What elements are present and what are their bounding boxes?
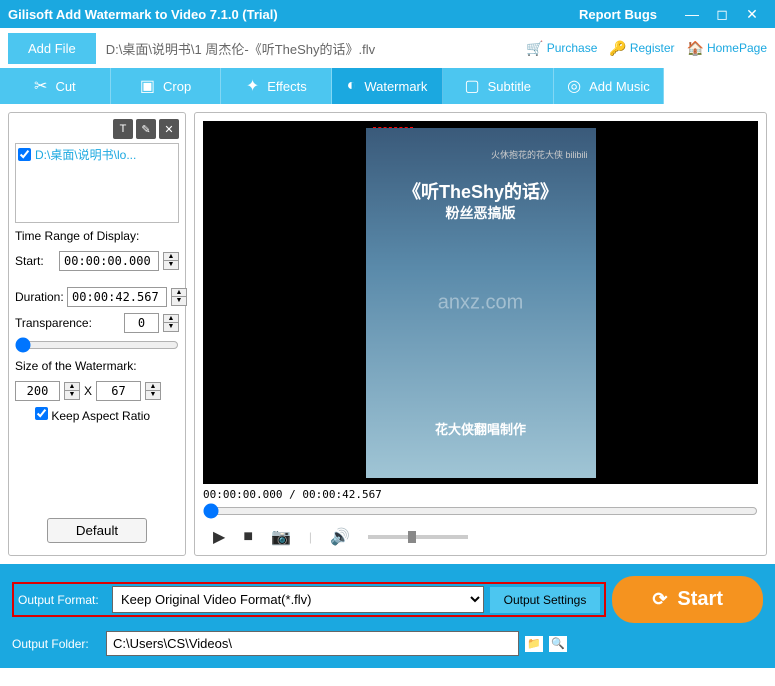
output-format-select[interactable]: Keep Original Video Format(*.flv) [112,586,484,613]
tab-watermark[interactable]: ◐Watermark [332,68,443,104]
add-text-watermark-button[interactable]: T [113,119,133,139]
scissors-icon: ✂ [34,76,47,96]
start-button[interactable]: ⟳Start [612,576,763,623]
open-folder-icon[interactable]: 🔍 [549,636,567,652]
keep-aspect-label[interactable]: Keep Aspect Ratio [35,407,179,423]
default-button[interactable]: Default [47,518,147,543]
output-format-highlight: Output Format: Keep Original Video Forma… [12,582,606,617]
keep-aspect-checkbox[interactable] [35,407,48,420]
duration-input[interactable] [67,287,167,307]
snapshot-button[interactable]: 📷 [271,527,291,547]
height-spinner[interactable]: ▲▼ [145,382,161,400]
transparence-input[interactable] [124,313,159,333]
register-link[interactable]: 🔑Register [609,40,674,57]
width-spinner[interactable]: ▲▼ [64,382,80,400]
droplet-icon: ◐ [347,77,357,95]
stop-button[interactable]: ■ [243,528,253,546]
browse-folder-icon[interactable]: 📁 [525,636,543,652]
refresh-icon: ⟳ [652,589,667,610]
watermark-file-item[interactable]: D:\桌面\说明书\lo... [18,146,176,163]
output-settings-button[interactable]: Output Settings [490,587,601,613]
watermark-file-label: D:\桌面\说明书\lo... [35,146,136,163]
preview-title-1: 《听TheShy的话》 [366,178,596,204]
tab-subtitle[interactable]: ▢Subtitle [443,68,554,104]
volume-slider[interactable] [368,535,468,539]
purchase-link[interactable]: 🛒Purchase [526,40,597,57]
preview-title-3: 花大侠翻唱制作 [366,419,596,438]
time-range-label: Time Range of Display: [15,229,179,243]
preview-watermark-text: 火休抱花的花大侠 bilibili [491,148,588,161]
add-image-watermark-button[interactable]: ✎ [136,119,156,139]
tab-cut[interactable]: ✂Cut [0,68,111,104]
homepage-link[interactable]: 🏠HomePage [687,40,767,57]
tab-add-music[interactable]: ◎Add Music [554,68,665,104]
tab-effects[interactable]: ✦Effects [221,68,332,104]
width-input[interactable] [15,381,60,401]
size-x-label: X [84,384,92,398]
preview-center-watermark: anxz.com [438,291,524,314]
play-button[interactable]: ▶ [213,527,225,547]
subtitle-icon: ▢ [464,76,479,96]
seek-slider[interactable] [203,503,758,519]
watermark-file-list[interactable]: D:\桌面\说明书\lo... [15,143,179,223]
volume-icon[interactable]: 🔊 [330,527,350,547]
transparence-label: Transparence: [15,316,120,330]
preview-title-2: 粉丝恶搞版 [366,203,596,223]
sparkle-icon: ✦ [246,76,259,96]
home-icon: 🏠 [687,40,704,57]
output-format-label: Output Format: [18,593,106,607]
tab-spacer [664,68,775,104]
height-input[interactable] [96,381,141,401]
output-folder-input[interactable] [106,631,519,656]
minimize-button[interactable]: — [677,6,707,22]
video-preview[interactable]: 火休抱花的花大侠 bilibili 《听TheShy的话》 粉丝恶搞版 anxz… [203,121,758,484]
watermark-file-checkbox[interactable] [18,148,31,161]
output-folder-label: Output Folder: [12,637,100,651]
crop-icon: ▣ [140,76,155,96]
transparence-slider[interactable] [15,337,179,353]
duration-spinner[interactable]: ▲▼ [171,288,187,306]
app-title: Gilisoft Add Watermark to Video 7.1.0 (T… [8,7,579,22]
music-icon: ◎ [567,76,581,96]
close-button[interactable]: ✕ [737,6,767,23]
current-file-path: D:\桌面\说明书\1 周杰伦-《听TheShy的话》.flv [106,39,515,58]
add-file-button[interactable]: Add File [8,33,96,64]
duration-label: Duration: [15,290,63,304]
key-icon: 🔑 [609,40,626,57]
size-label: Size of the Watermark: [15,359,179,373]
start-time-input[interactable] [59,251,159,271]
cart-icon: 🛒 [526,40,543,57]
timecode-display: 00:00:00.000 / 00:00:42.567 [203,488,758,501]
transparence-spinner[interactable]: ▲▼ [163,314,179,332]
tab-crop[interactable]: ▣Crop [111,68,222,104]
start-label: Start: [15,254,55,268]
remove-watermark-button[interactable]: ✕ [159,119,179,139]
start-time-spinner[interactable]: ▲▼ [163,252,179,270]
maximize-button[interactable]: ◻ [707,6,737,23]
report-bugs-link[interactable]: Report Bugs [579,7,657,22]
